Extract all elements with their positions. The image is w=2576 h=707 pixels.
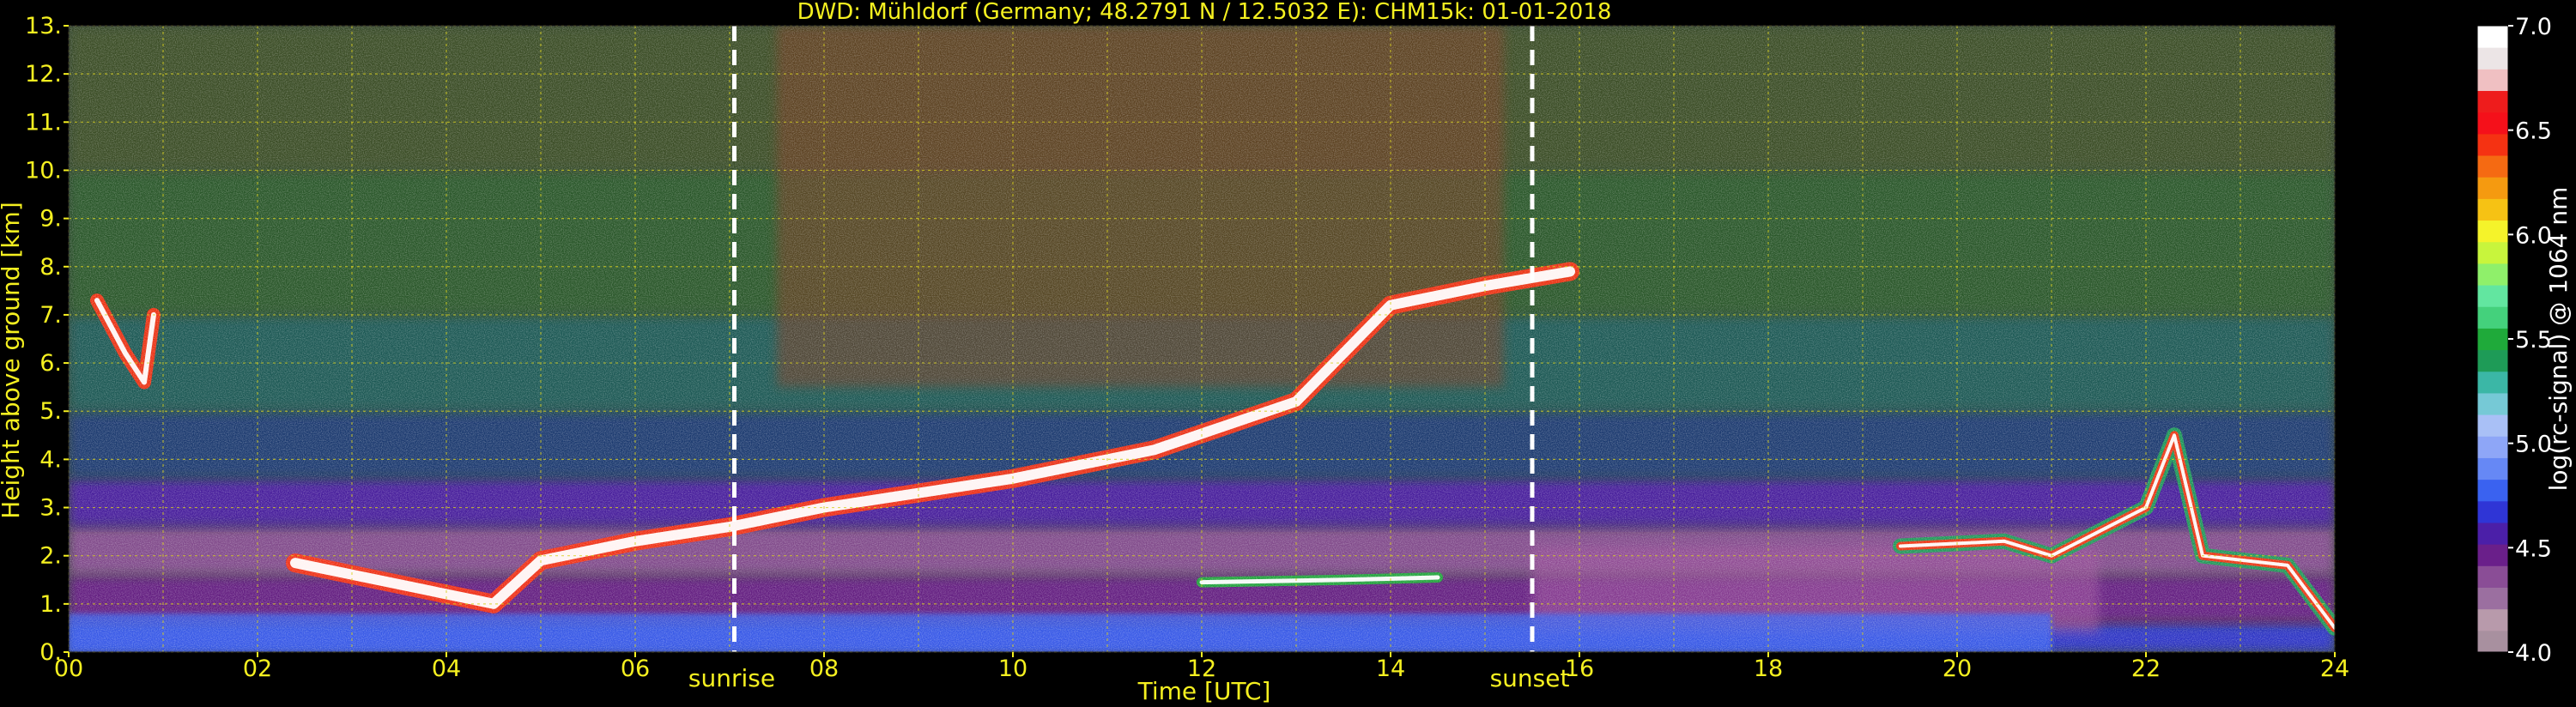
colorbar-segment <box>2477 133 2508 156</box>
y-tick-label: 10. <box>25 157 62 184</box>
colorbar-segment <box>2477 47 2508 69</box>
colorbar-segment <box>2477 608 2508 631</box>
chart-title: DWD: Mühldorf (Germany; 48.2791 N / 12.5… <box>797 0 1612 25</box>
colorbar-tick-label: 7.0 <box>2515 14 2552 40</box>
colorbar-segment <box>2477 565 2508 588</box>
y-tick-label: 7. <box>39 302 62 329</box>
colorbar-segment <box>2477 26 2508 48</box>
ceilometer-figure: sunrise sunset 0. 1. 2. 3. 4. 5. 6. 7. 8. 9. 10. 11.… <box>0 0 2576 707</box>
y-tick-label: 9. <box>39 206 62 233</box>
x-axis-label: Time [UTC] <box>1137 677 1271 705</box>
colorbar-segment <box>2477 587 2508 610</box>
y-tick-label: 13. <box>25 13 62 39</box>
colorbar-segment <box>2477 90 2508 113</box>
colorbar-segment <box>2477 263 2508 286</box>
x-tick-label: 20 <box>1943 656 1972 682</box>
colorbar-segment <box>2477 630 2508 653</box>
y-tick-label: 8. <box>39 254 62 281</box>
colorbar-label: log(rc-signal) @ 1064 nm <box>2544 187 2573 492</box>
colorbar-segment <box>2477 414 2508 437</box>
colorbar-segment <box>2477 371 2508 394</box>
colorbar-tick-label: 6.5 <box>2515 118 2552 145</box>
x-tick-label: 10 <box>998 656 1027 682</box>
y-tick-label: 11. <box>25 109 62 136</box>
colorbar-segment <box>2477 500 2508 523</box>
colorbar-segment <box>2477 241 2508 264</box>
x-tick-label: 08 <box>809 656 839 682</box>
colorbar-segment <box>2477 220 2508 243</box>
y-tick-label: 2. <box>39 543 62 570</box>
colorbar-segment <box>2477 328 2508 351</box>
colorbar-tick-label: 4.5 <box>2515 535 2552 562</box>
x-tick-label: 14 <box>1376 656 1405 682</box>
y-tick-label: 12. <box>25 61 62 88</box>
event-label-sunrise: sunrise <box>688 664 775 692</box>
colorbar-segment <box>2477 522 2508 545</box>
colorbar-segment <box>2477 177 2508 199</box>
colorbar: 4.04.55.05.56.06.57.0 <box>2476 14 2552 667</box>
x-tick-label: 22 <box>2131 656 2161 682</box>
y-tick-label: 3. <box>39 495 62 522</box>
colorbar-segment <box>2477 392 2508 415</box>
x-tick-label: 18 <box>1754 656 1783 682</box>
x-tick-label: 24 <box>2320 656 2349 682</box>
colorbar-segment <box>2477 285 2508 307</box>
colorbar-segment <box>2477 69 2508 92</box>
colorbar-segment <box>2477 544 2508 566</box>
colorbar-tick-label: 4.0 <box>2515 640 2552 667</box>
x-tick-label: 16 <box>1565 656 1594 682</box>
y-tick-label: 4. <box>39 446 62 473</box>
colorbar-segment <box>2477 112 2508 135</box>
x-tick-label: 02 <box>243 656 272 682</box>
x-tick-label: 00 <box>54 656 83 682</box>
y-tick-label: 6. <box>39 350 62 377</box>
colorbar-segment <box>2477 306 2508 329</box>
ceilometer-chart: sunrise sunset 0.1.2.3.4.5.6.7.8.9.10.11.… <box>0 0 2573 705</box>
colorbar-segment <box>2477 155 2508 178</box>
colorbar-segment <box>2477 457 2508 480</box>
event-label-sunset: sunset <box>1490 664 1570 692</box>
x-tick-label: 06 <box>621 656 650 682</box>
y-tick-label: 1. <box>39 591 62 618</box>
colorbar-segment <box>2477 349 2508 372</box>
x-tick-label: 04 <box>432 656 461 682</box>
y-tick-label: 5. <box>39 398 62 425</box>
y-axis: 0.1.2.3.4.5.6.7.8.9.10.11.12.13. <box>25 13 69 666</box>
colorbar-segment <box>2477 479 2508 502</box>
colorbar-segment <box>2477 436 2508 458</box>
y-axis-label: Height above ground [km] <box>0 202 25 519</box>
colorbar-segment <box>2477 198 2508 221</box>
